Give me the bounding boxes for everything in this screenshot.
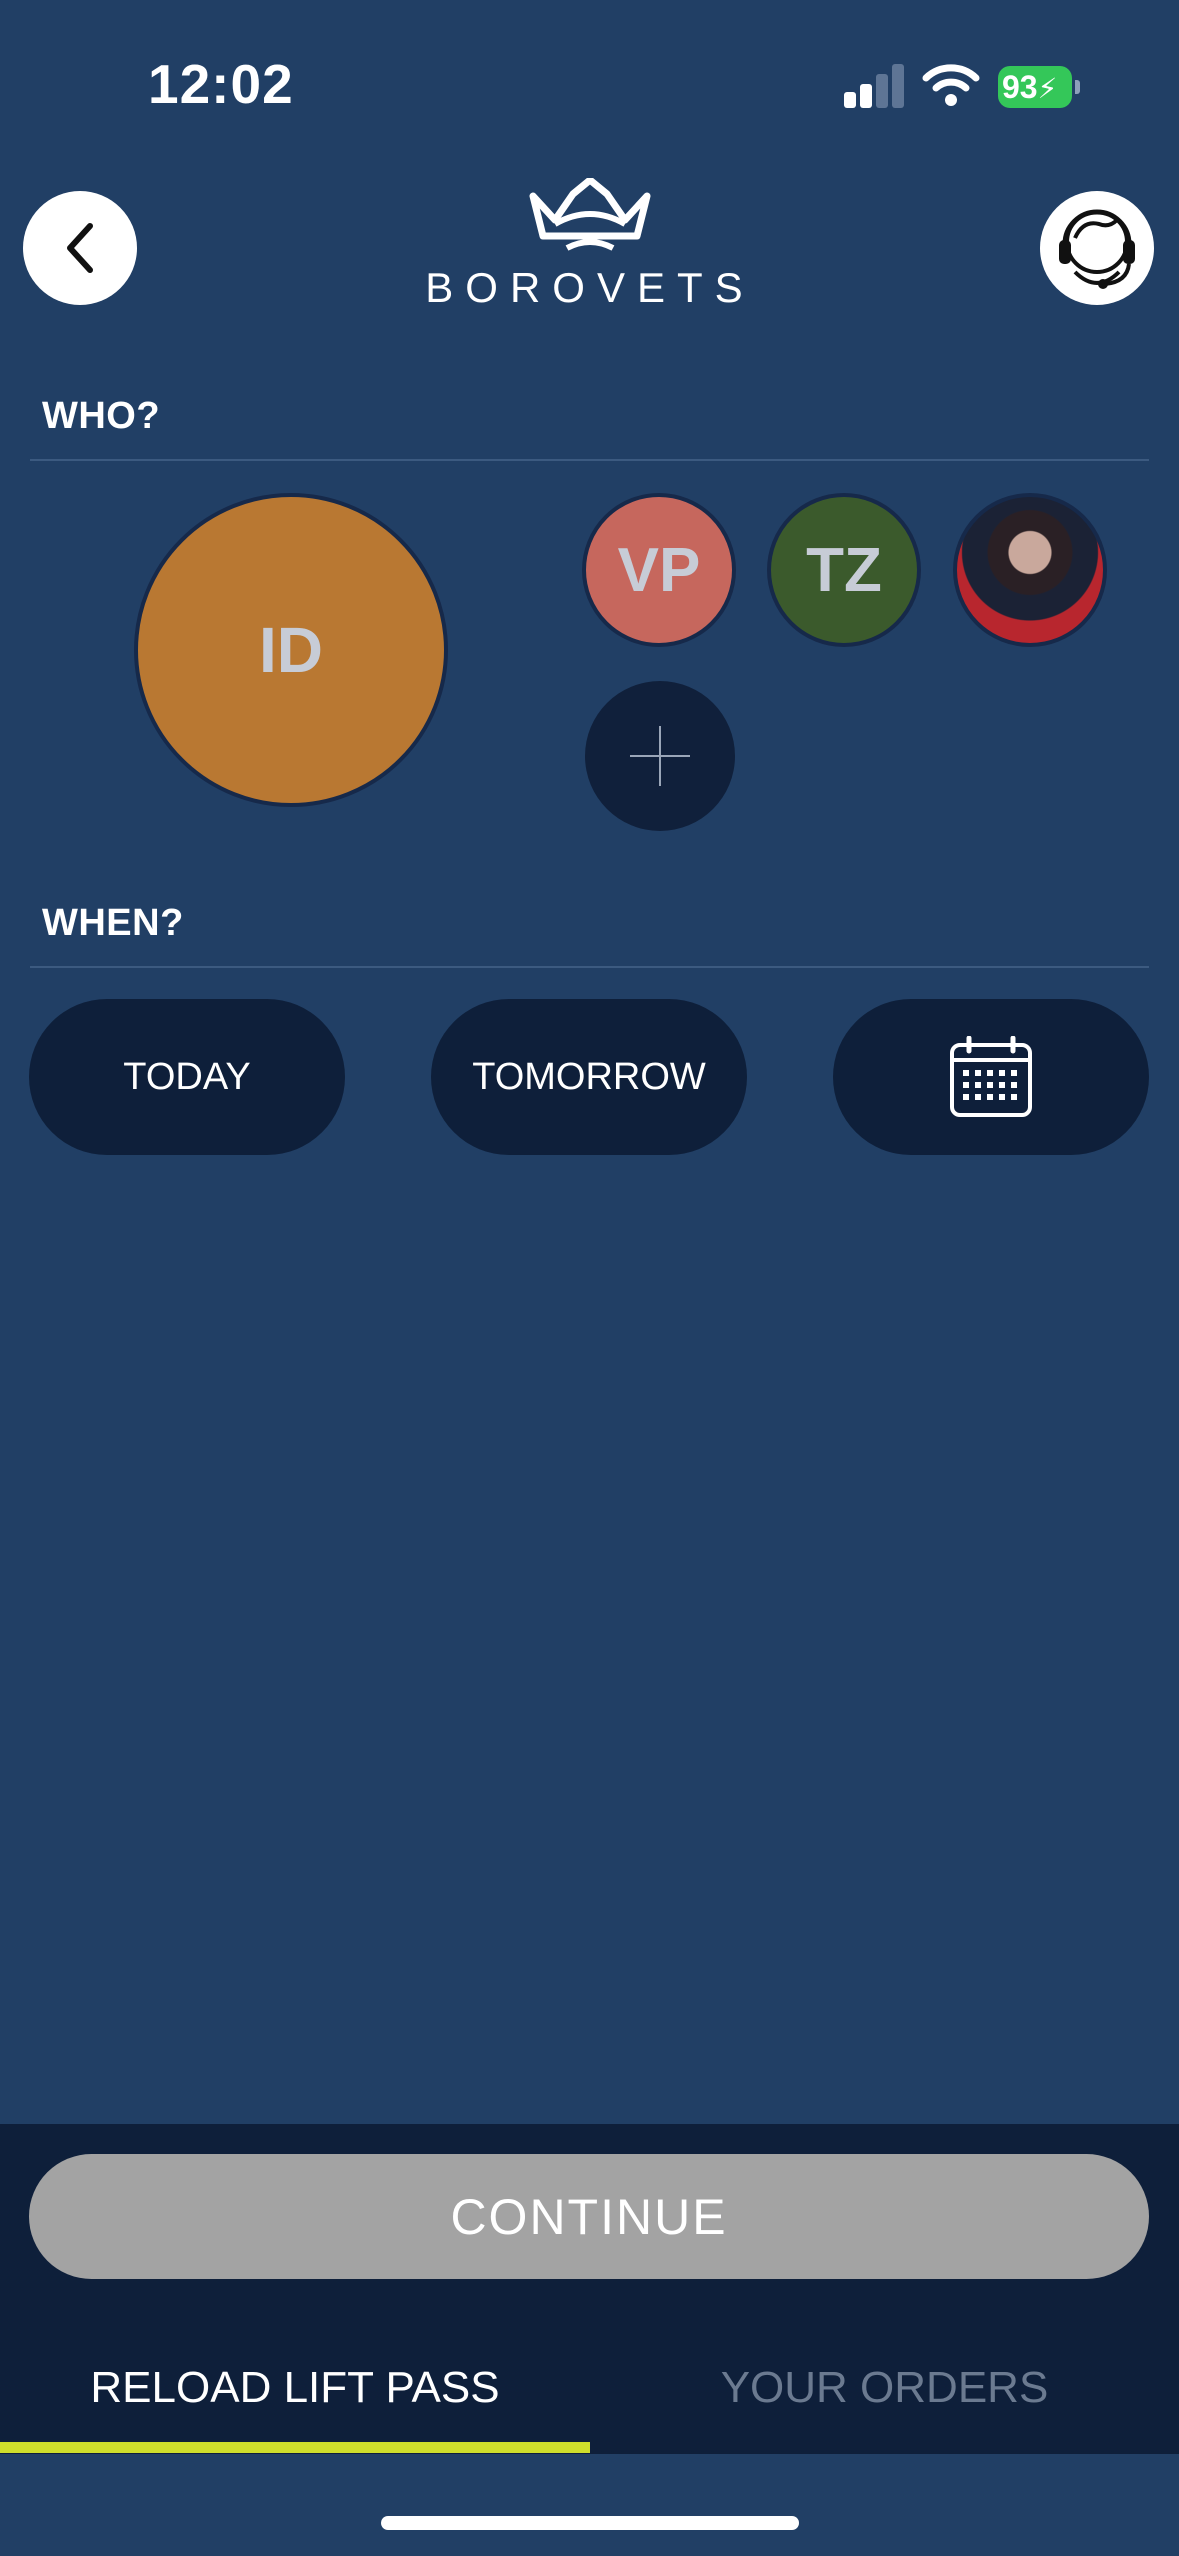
- avatar-initials: TZ: [806, 535, 882, 605]
- continue-button[interactable]: CONTINUE: [29, 2154, 1149, 2279]
- avatar-initials: VP: [617, 535, 701, 605]
- logo-text: BOROVETS: [425, 264, 755, 311]
- charging-bolt-icon: ⚡: [1037, 73, 1058, 104]
- tomorrow-label: TOMORROW: [472, 1055, 706, 1098]
- home-indicator[interactable]: [381, 2516, 799, 2530]
- who-divider: [30, 459, 1149, 461]
- support-button[interactable]: [1040, 191, 1154, 305]
- tab-reload-lift-pass[interactable]: RELOAD LIFT PASS: [0, 2352, 590, 2424]
- wifi-icon: [922, 62, 980, 108]
- today-button[interactable]: TODAY: [29, 999, 345, 1155]
- avatar-initials: ID: [259, 614, 323, 686]
- crown-icon: [529, 178, 651, 251]
- back-button[interactable]: [23, 191, 137, 305]
- tab-label: YOUR ORDERS: [720, 2363, 1049, 2412]
- tomorrow-button[interactable]: TOMORROW: [431, 999, 747, 1155]
- calendar-picker-button[interactable]: [833, 999, 1149, 1155]
- cellular-signal-icon: [844, 62, 904, 108]
- today-label: TODAY: [123, 1055, 251, 1098]
- avatar-person-vp[interactable]: VP: [582, 493, 736, 647]
- plus-icon: [630, 726, 690, 786]
- when-section-title: WHEN?: [42, 902, 184, 944]
- headset-support-icon: [1059, 209, 1135, 289]
- tab-label: RELOAD LIFT PASS: [90, 2363, 500, 2412]
- continue-label: CONTINUE: [450, 2188, 728, 2245]
- who-section-title: WHO?: [42, 395, 161, 437]
- avatar-main-person[interactable]: ID: [134, 493, 448, 807]
- avatar-person-tz[interactable]: TZ: [767, 493, 921, 647]
- active-tab-indicator: [0, 2442, 590, 2453]
- borovets-logo: BOROVETS: [410, 178, 770, 311]
- avatar-person-photo[interactable]: [953, 493, 1107, 647]
- battery-level: 93: [1002, 69, 1038, 105]
- chevron-left-icon: [67, 223, 93, 273]
- tab-your-orders[interactable]: YOUR ORDERS: [590, 2352, 1179, 2424]
- status-time: 12:02: [148, 53, 294, 115]
- add-person-button[interactable]: [585, 681, 735, 831]
- when-divider: [30, 966, 1149, 968]
- battery-icon: 93⚡: [998, 66, 1080, 110]
- calendar-icon: [950, 1036, 1032, 1117]
